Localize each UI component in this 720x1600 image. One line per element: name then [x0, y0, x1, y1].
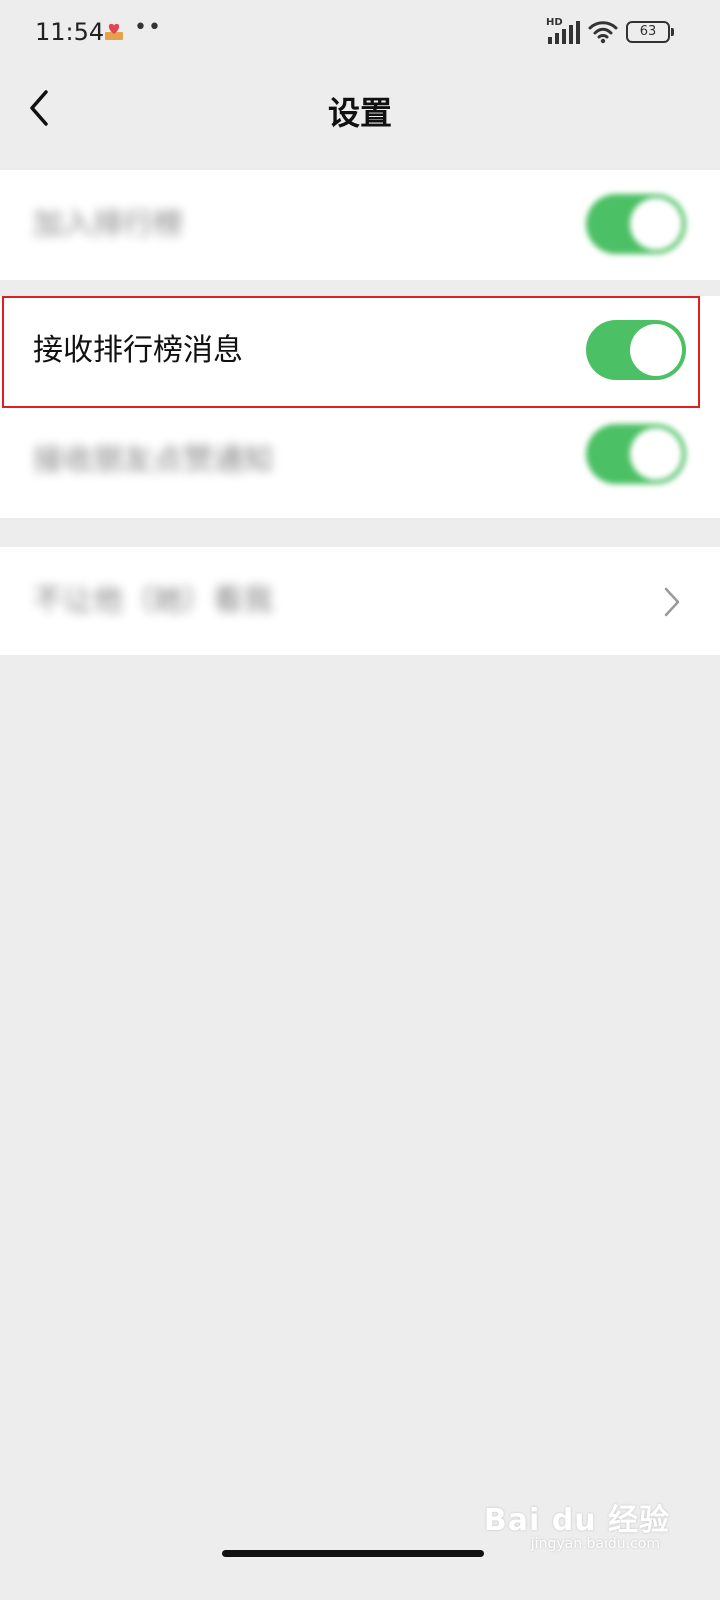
settings-group-privacy: 不让他（她）看我 — [0, 547, 720, 655]
settings-group-toggles: 加入排行榜 接收排行榜消息 接收朋友点赞通知 — [0, 170, 720, 518]
home-indicator[interactable] — [222, 1550, 484, 1557]
baidu-watermark: Bai du 经验 — [483, 1503, 670, 1538]
join-ranking-toggle[interactable] — [586, 194, 686, 254]
chevron-right-icon — [664, 587, 680, 617]
status-right-group: HD 63 — [546, 17, 674, 46]
toggle-knob — [630, 428, 682, 480]
wifi-icon — [588, 21, 618, 44]
row-label-receive-ranking-messages: 接收排行榜消息 — [33, 333, 243, 368]
baidu-watermark-url: jingyan.baidu.com — [530, 1536, 660, 1552]
toggle-knob — [630, 198, 682, 250]
battery-icon: 63 — [626, 21, 674, 43]
settings-row-hide-from[interactable]: 不让他（她）看我 — [0, 547, 720, 655]
like-notifications-toggle[interactable] — [586, 424, 686, 484]
row-label-like-notifications: 接收朋友点赞通知 — [33, 443, 273, 478]
row-label-join-ranking: 加入排行榜 — [33, 207, 183, 242]
app-notification-icon — [105, 23, 123, 40]
row-gap — [0, 280, 720, 296]
status-time: 11:54 — [35, 18, 105, 46]
status-bar: 11:54 •• HD 63 — [0, 0, 720, 62]
settings-row-like-notifications[interactable]: 接收朋友点赞通知 — [0, 406, 720, 518]
settings-row-join-ranking[interactable]: 加入排行榜 — [0, 170, 720, 280]
status-more-dots: •• — [134, 15, 162, 40]
settings-row-receive-ranking-messages[interactable]: 接收排行榜消息 — [0, 296, 720, 406]
row-label-hide-from: 不让他（她）看我 — [33, 583, 273, 618]
receive-ranking-messages-toggle[interactable] — [586, 320, 686, 380]
toggle-knob — [630, 324, 682, 376]
page-title: 设置 — [327, 94, 392, 132]
signal-icon: HD — [546, 17, 580, 45]
nav-bar: 设置 — [0, 62, 720, 154]
